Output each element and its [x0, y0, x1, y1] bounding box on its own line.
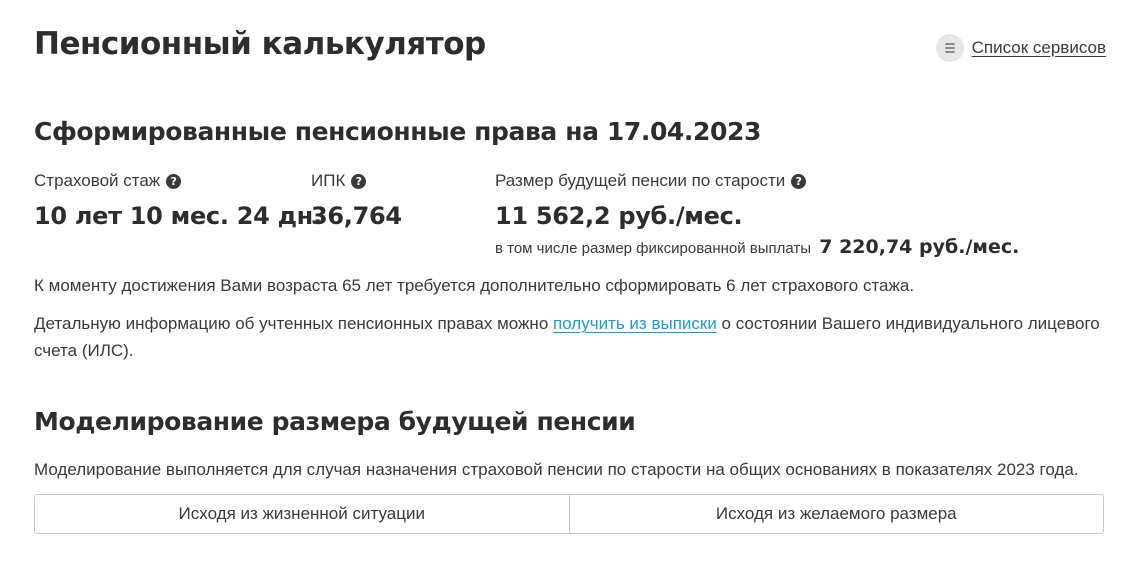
ipk-stat: ИПК ? 36,764: [311, 170, 402, 230]
future-pension-label: Размер будущей пенсии по старости: [495, 171, 786, 190]
modeling-title: Моделирование размера будущей пенсии: [34, 407, 636, 436]
ils-info-text-before: Детальную информацию об учтенных пенсион…: [34, 314, 553, 333]
question-circle-icon[interactable]: ?: [351, 173, 367, 189]
insurance-experience-label-row: Страховой стаж ?: [34, 170, 322, 192]
page-header: Пенсионный калькулятор Список сервисов: [34, 0, 1106, 96]
tab-desired-amount[interactable]: Исходя из желаемого размера: [568, 495, 1104, 533]
insurance-experience-value: 10 лет 10 мес. 24 дн.: [34, 202, 322, 230]
fixed-payment-label: в том числе размер фиксированной выплаты: [495, 240, 812, 257]
modeling-description: Моделирование выполняется для случая наз…: [34, 460, 1079, 479]
question-circle-icon[interactable]: ?: [166, 173, 182, 189]
ipk-label: ИПК: [311, 171, 346, 190]
page-title: Пенсионный калькулятор: [34, 26, 486, 62]
ipk-label-row: ИПК ?: [311, 170, 402, 192]
pension-rights-stats: Страховой стаж ? 10 лет 10 мес. 24 дн. И…: [34, 170, 1106, 262]
fixed-payment-row: в том числе размер фиксированной выплаты…: [495, 236, 1019, 258]
services-list-link[interactable]: Список сервисов: [935, 34, 1106, 62]
get-statement-link[interactable]: получить из выписки: [553, 314, 717, 333]
insurance-experience-label: Страховой стаж: [34, 171, 161, 190]
question-circle-icon[interactable]: ?: [791, 173, 807, 189]
services-list-label[interactable]: Список сервисов: [972, 38, 1106, 58]
required-experience-notice: К моменту достижения Вами возраста 65 ле…: [34, 276, 915, 295]
tab-life-situation[interactable]: Исходя из жизненной ситуации: [35, 495, 569, 533]
ils-info-paragraph: Детальную информацию об учтенных пенсион…: [34, 310, 1106, 364]
insurance-experience-stat: Страховой стаж ? 10 лет 10 мес. 24 дн.: [34, 170, 322, 230]
pension-rights-title: Сформированные пенсионные права на 17.04…: [34, 117, 762, 146]
ipk-value: 36,764: [311, 202, 402, 230]
modeling-mode-tabs: Исходя из жизненной ситуации Исходя из ж…: [34, 494, 1104, 534]
future-pension-value: 11 562,2 руб./мес.: [495, 202, 743, 230]
future-pension-stat: Размер будущей пенсии по старости ? 11 5…: [495, 170, 1019, 258]
future-pension-label-row: Размер будущей пенсии по старости ?: [495, 170, 1019, 192]
pension-calculator-page: Пенсионный калькулятор Список сервисов С…: [34, 0, 1106, 534]
fixed-payment-value: 7 220,74 руб./мес.: [819, 236, 1020, 258]
list-icon[interactable]: [935, 34, 964, 62]
